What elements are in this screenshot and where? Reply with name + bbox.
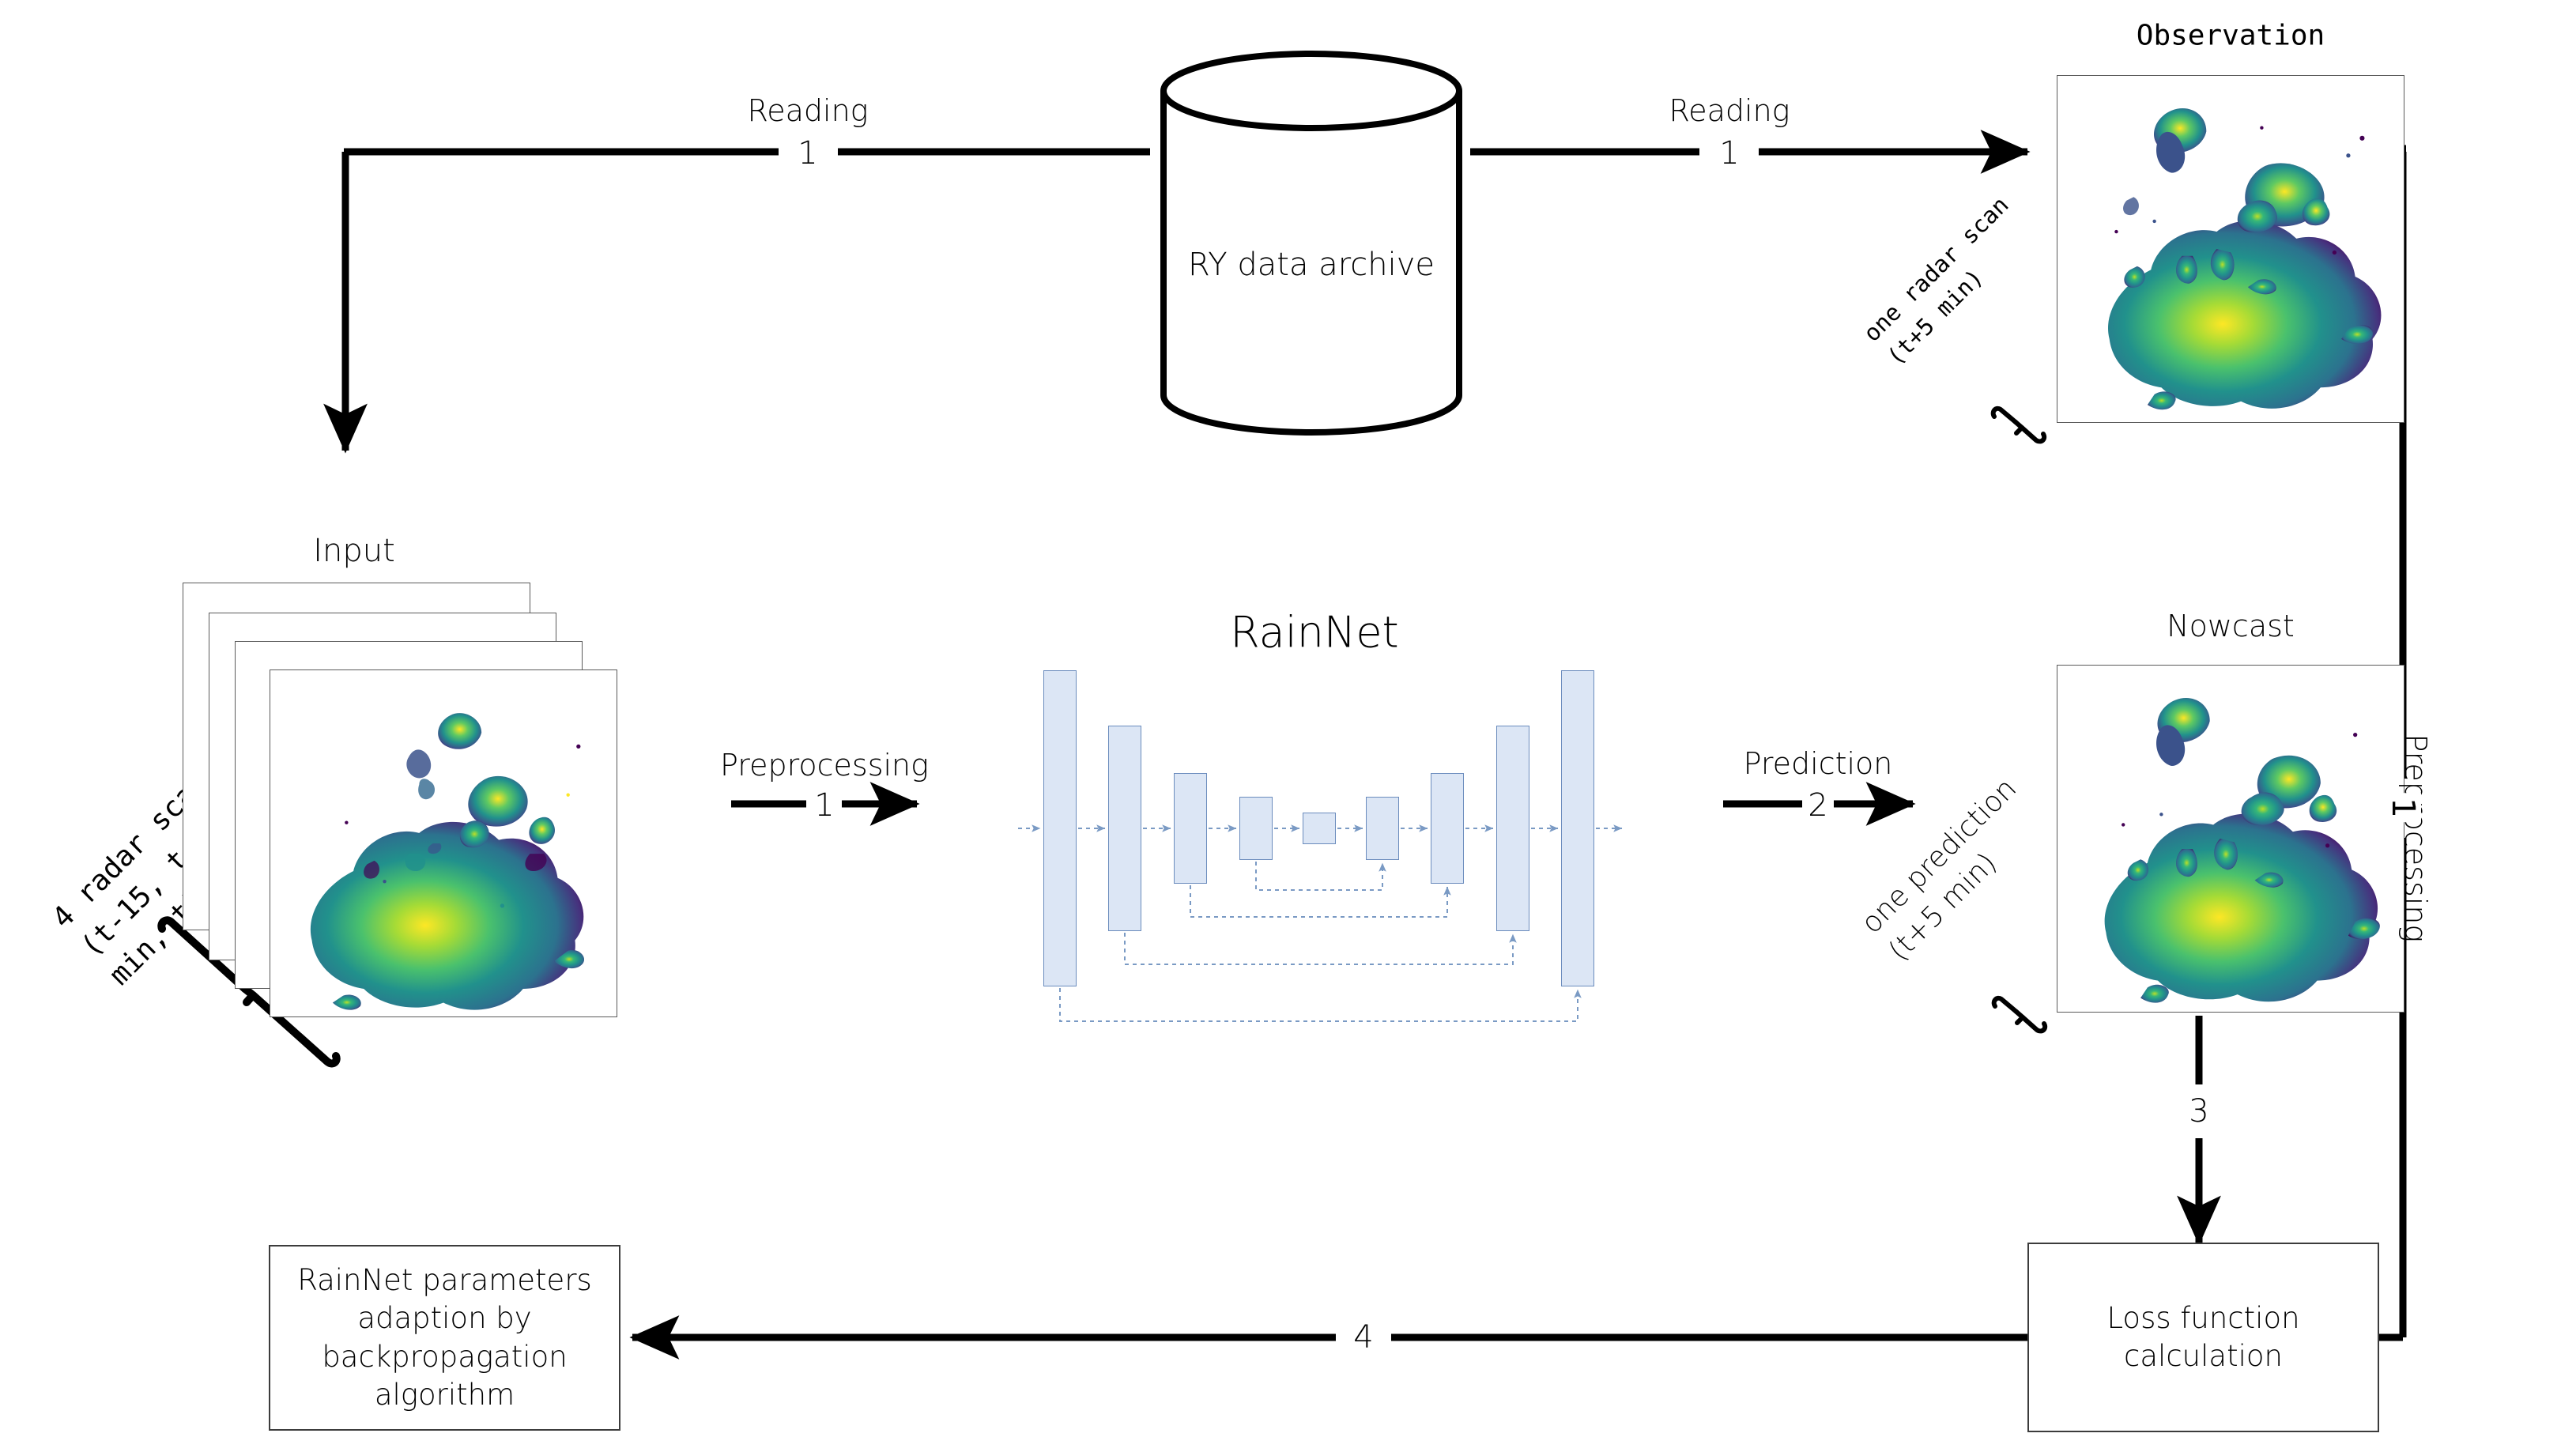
observation-title: Observation xyxy=(2136,19,2325,52)
nowcast-radar-field xyxy=(2104,698,2380,1003)
arrow-step-prediction: 2 xyxy=(1804,787,1832,824)
arrow-label-preprocessing-mid: Preprocessing xyxy=(720,748,929,783)
nowcast-title: Nowcast xyxy=(2167,609,2295,643)
backprop-line-4: algorithm xyxy=(374,1377,515,1412)
arrow-step-preprocessing-right: 1 xyxy=(2385,793,2421,823)
arrow-step-reading-left: 1 xyxy=(794,135,822,172)
input-sheet-4 xyxy=(270,669,617,1017)
net-connections xyxy=(1018,824,1623,1022)
arrow-label-prediction: Prediction xyxy=(1743,746,1893,781)
arrow-step-preprocessing-mid: 1 xyxy=(810,787,839,824)
nowcast-brace xyxy=(1991,995,2048,1034)
arrow-step-preprocessing-right-text: 1 xyxy=(2385,798,2421,818)
observation-panel xyxy=(2057,75,2404,423)
diagram-canvas: Input 4 radar scans (t-15, t-10, t-5 min… xyxy=(0,0,2576,1437)
database-label: RY data archive xyxy=(1187,247,1435,283)
arrow-label-preprocessing-right-text: Preprocessing xyxy=(2398,734,2433,943)
arrow-label-reading-right: Reading xyxy=(1669,93,1790,128)
database-cylinder xyxy=(1160,51,1462,436)
backpropagation-box-label: RainNet parameters adaption by backpropa… xyxy=(269,1245,620,1431)
arrow-step-nowcast-to-loss: 3 xyxy=(2185,1093,2213,1130)
rainnet-title: RainNet xyxy=(1230,607,1399,658)
backprop-line-2: adaption by xyxy=(357,1301,532,1336)
arrow-step-reading-right: 1 xyxy=(1715,135,1744,172)
backprop-line-1: RainNet parameters xyxy=(297,1263,592,1298)
observation-radar-field xyxy=(2108,108,2382,410)
loss-line-2: calculation xyxy=(2124,1339,2283,1373)
observation-brace xyxy=(1990,405,2047,444)
input-radar-field xyxy=(310,713,585,1010)
arrow-step-loss-to-backprop: 4 xyxy=(1349,1319,1378,1356)
backprop-line-3: backpropagation xyxy=(322,1339,568,1374)
input-title: Input xyxy=(313,533,395,569)
loss-line-1: Loss function xyxy=(2106,1300,2300,1335)
arrow-label-reading-left: Reading xyxy=(747,93,869,128)
rainnet-architecture xyxy=(1018,664,1623,1022)
nowcast-panel xyxy=(2057,665,2404,1013)
loss-function-box-label: Loss function calculation xyxy=(2027,1243,2379,1432)
